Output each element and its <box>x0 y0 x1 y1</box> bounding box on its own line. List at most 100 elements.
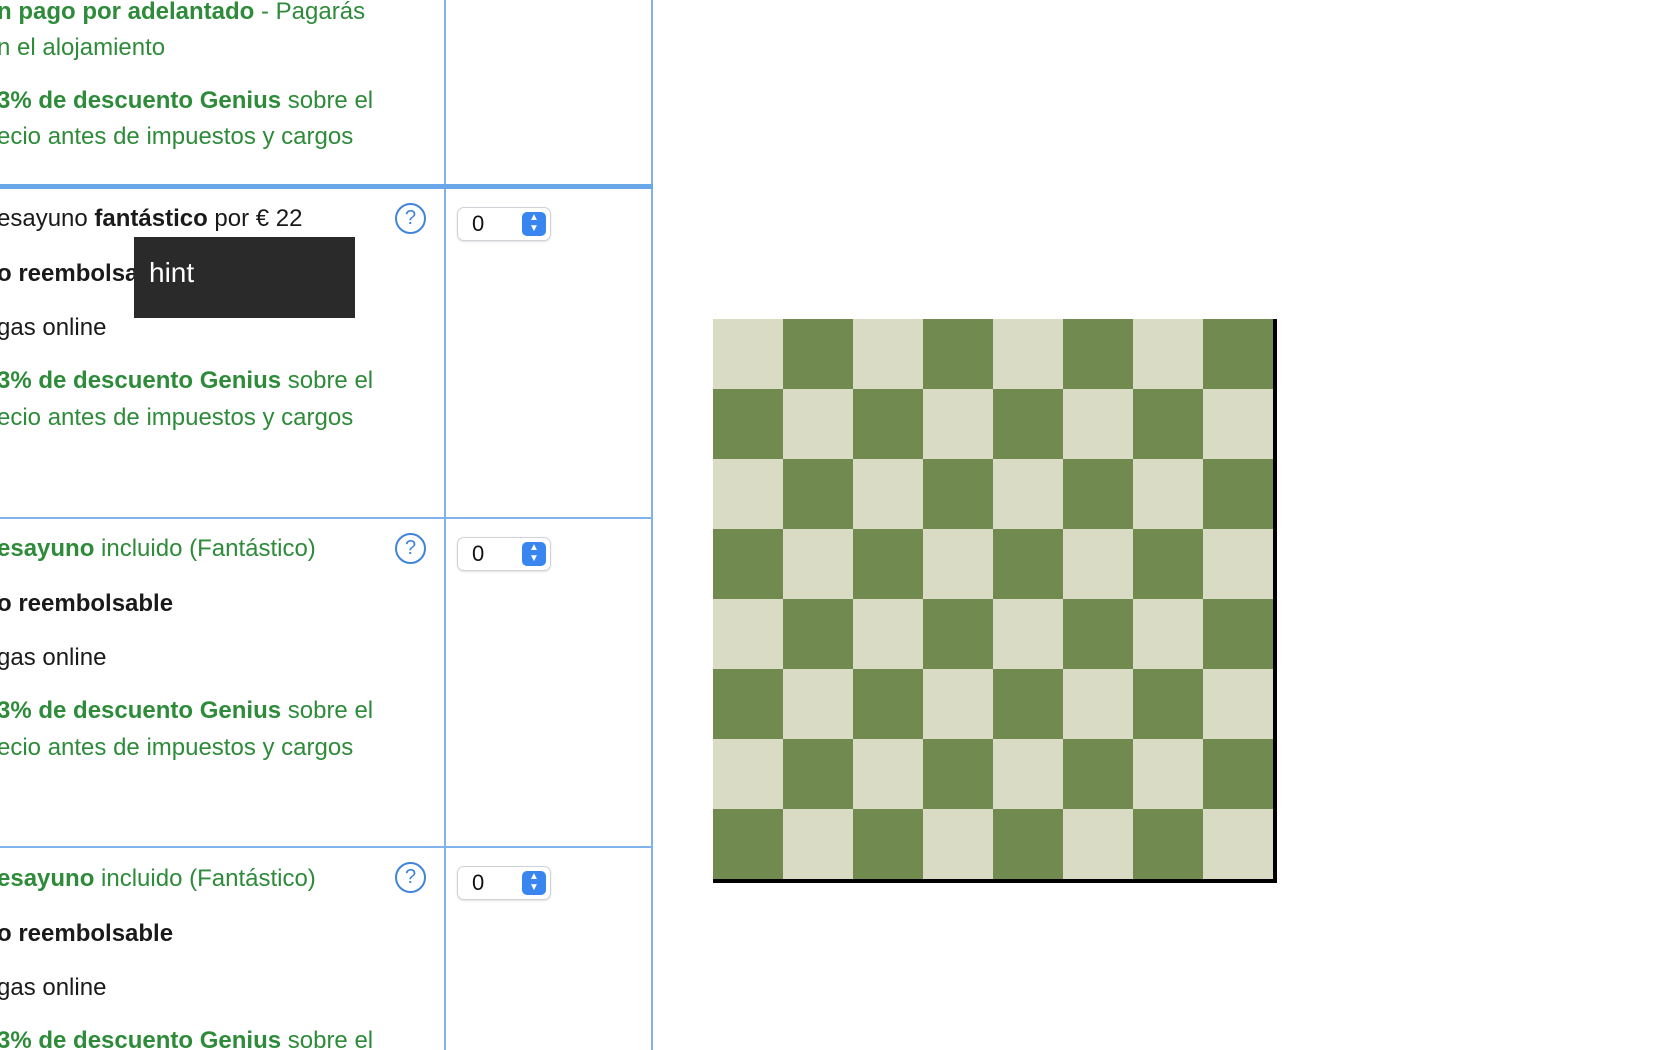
chevron-updown-icon: ▲ ▼ <box>522 212 546 236</box>
board-square[interactable] <box>853 809 923 879</box>
board-square[interactable] <box>1133 809 1203 879</box>
quantity-select[interactable]: 0 ▲ ▼ <box>457 537 551 571</box>
text-segment: o reembolsable <box>0 590 174 617</box>
option-line: o reembolsable <box>0 589 173 619</box>
board-square[interactable] <box>923 389 993 459</box>
board-square[interactable] <box>853 599 923 669</box>
board-square[interactable] <box>1133 669 1203 739</box>
board-square[interactable] <box>1063 739 1133 809</box>
board-square[interactable] <box>1063 459 1133 529</box>
text-segment: ecio antes de impuestos y cargos <box>0 123 354 150</box>
text-segment: n el alojamiento <box>0 34 166 61</box>
board-square[interactable] <box>783 319 853 389</box>
board-square[interactable] <box>1063 599 1133 669</box>
board-square[interactable] <box>853 459 923 529</box>
board-square[interactable] <box>993 599 1063 669</box>
option-line: gas online <box>0 973 106 1003</box>
board-square[interactable] <box>783 669 853 739</box>
board-square[interactable] <box>1203 739 1273 809</box>
option-line: ecio antes de impuestos y cargos <box>0 403 353 433</box>
text-segment: ecio antes de impuestos y cargos <box>0 404 354 431</box>
quantity-select[interactable]: 0 ▲ ▼ <box>457 866 551 900</box>
board-square[interactable] <box>1203 529 1273 599</box>
board-square[interactable] <box>783 459 853 529</box>
text-segment: 3% de descuento Genius <box>0 697 282 724</box>
board-square[interactable] <box>923 669 993 739</box>
text-segment: n pago por adelantado <box>0 0 255 25</box>
board-square[interactable] <box>923 319 993 389</box>
text-segment: esayuno <box>0 205 95 232</box>
board-square[interactable] <box>713 669 783 739</box>
board-square[interactable] <box>783 599 853 669</box>
board-square[interactable] <box>1063 389 1133 459</box>
option-line: 3% de descuento Genius sobre el <box>0 86 373 116</box>
board-square[interactable] <box>783 389 853 459</box>
board-square[interactable] <box>1203 599 1273 669</box>
board-square[interactable] <box>993 319 1063 389</box>
text-segment: 3% de descuento Genius <box>0 1027 282 1050</box>
option-line: gas online <box>0 643 106 673</box>
board-square[interactable] <box>853 529 923 599</box>
board-square[interactable] <box>993 739 1063 809</box>
text-segment: por € 22 <box>207 205 303 232</box>
text-segment: sobre el <box>281 697 374 724</box>
option-line: esayuno incluido (Fantástico) <box>0 864 316 894</box>
board-square[interactable] <box>853 319 923 389</box>
board-square[interactable] <box>1203 319 1273 389</box>
board-square[interactable] <box>1063 669 1133 739</box>
board-square[interactable] <box>853 739 923 809</box>
board-square[interactable] <box>783 529 853 599</box>
help-icon[interactable]: ? <box>395 533 426 564</box>
board-square[interactable] <box>923 739 993 809</box>
option-line: 3% de descuento Genius sobre el <box>0 696 373 726</box>
quantity-select[interactable]: 0 ▲ ▼ <box>457 207 551 241</box>
board-square[interactable] <box>1203 809 1273 879</box>
board-square[interactable] <box>993 459 1063 529</box>
board-square[interactable] <box>993 669 1063 739</box>
board-square[interactable] <box>853 669 923 739</box>
board-square[interactable] <box>1133 599 1203 669</box>
board-square[interactable] <box>1203 389 1273 459</box>
board-square[interactable] <box>1133 459 1203 529</box>
board-square[interactable] <box>1133 529 1203 599</box>
board-square[interactable] <box>923 529 993 599</box>
board-square[interactable] <box>713 319 783 389</box>
option-line: gas online <box>0 313 106 343</box>
board-square[interactable] <box>1133 739 1203 809</box>
board-square[interactable] <box>713 599 783 669</box>
board-square[interactable] <box>993 809 1063 879</box>
text-segment: ecio antes de impuestos y cargos <box>0 734 354 761</box>
board-square[interactable] <box>713 809 783 879</box>
help-icon[interactable]: ? <box>395 862 426 893</box>
board-square[interactable] <box>993 389 1063 459</box>
chessboard[interactable] <box>713 319 1277 883</box>
help-icon[interactable]: ? <box>395 203 426 234</box>
board-square[interactable] <box>923 809 993 879</box>
quantity-value: 0 <box>472 211 485 236</box>
board-square[interactable] <box>1063 809 1133 879</box>
quantity-value: 0 <box>472 541 485 566</box>
board-square[interactable] <box>783 739 853 809</box>
column-divider <box>444 0 446 1050</box>
board-square[interactable] <box>1133 319 1203 389</box>
board-square[interactable] <box>1063 529 1133 599</box>
board-square[interactable] <box>1203 459 1273 529</box>
board-square[interactable] <box>713 389 783 459</box>
column-divider <box>651 0 653 1050</box>
board-square[interactable] <box>1063 319 1133 389</box>
board-square[interactable] <box>993 529 1063 599</box>
option-line: 3% de descuento Genius sobre el <box>0 366 373 396</box>
board-square[interactable] <box>923 459 993 529</box>
text-segment: o reembolsa <box>0 260 139 287</box>
board-square[interactable] <box>1203 669 1273 739</box>
board-square[interactable] <box>713 459 783 529</box>
text-segment: 3% de descuento Genius <box>0 87 282 114</box>
board-square[interactable] <box>923 599 993 669</box>
quantity-value: 0 <box>472 870 485 895</box>
text-segment: esayuno <box>0 535 95 562</box>
board-square[interactable] <box>853 389 923 459</box>
board-square[interactable] <box>783 809 853 879</box>
board-square[interactable] <box>713 529 783 599</box>
board-square[interactable] <box>1133 389 1203 459</box>
board-square[interactable] <box>713 739 783 809</box>
